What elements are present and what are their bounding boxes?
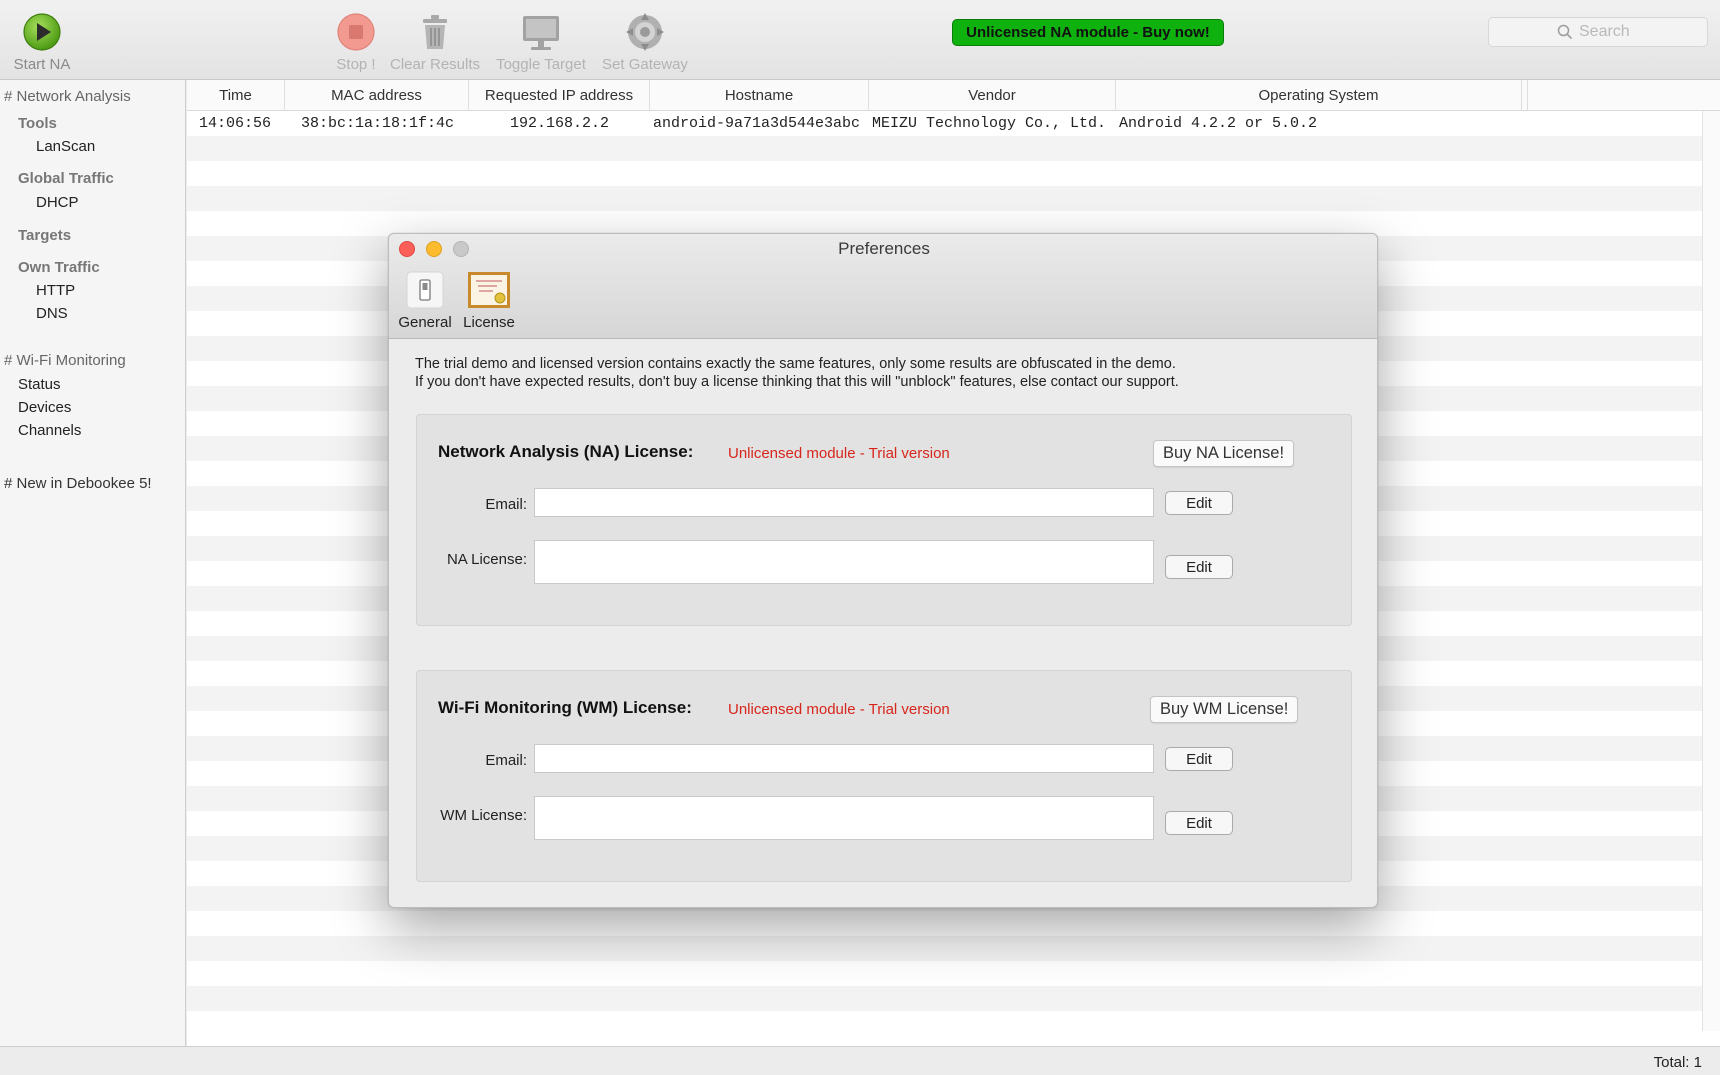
column-header-os[interactable]: Operating System	[1116, 80, 1522, 111]
sidebar-item-http[interactable]: HTTP	[36, 282, 75, 299]
sidebar-item-devices[interactable]: Devices	[18, 399, 71, 416]
wm-license-label: WM License:	[440, 807, 527, 824]
trash-icon	[423, 15, 447, 49]
clear-results-button[interactable]: Clear Results	[385, 10, 485, 76]
tab-license-label: License	[463, 314, 515, 331]
sidebar-section-new-in-debookee[interactable]: # New in Debookee 5!	[4, 475, 152, 492]
cell-mac: 38:bc:1a:18:1f:4c	[301, 115, 455, 132]
wm-license-title: Wi-Fi Monitoring (WM) License:	[438, 698, 692, 717]
tab-license[interactable]: License	[459, 270, 519, 331]
na-license-title: Network Analysis (NA) License:	[438, 442, 694, 461]
start-na-button[interactable]: Start NA	[8, 10, 76, 76]
buy-wm-license-button[interactable]: Buy WM License!	[1150, 696, 1299, 723]
column-header-mac[interactable]: MAC address	[285, 80, 469, 111]
buy-now-banner[interactable]: Unlicensed NA module - Buy now!	[952, 19, 1224, 46]
cell-time: 14:06:56	[199, 115, 272, 132]
toggle-target-button[interactable]: Toggle Target	[490, 10, 592, 76]
sidebar-section-network-analysis[interactable]: # Network Analysis	[4, 88, 131, 105]
cell-ip: 192.168.2.2	[510, 115, 610, 132]
stop-icon	[337, 13, 375, 51]
sidebar-item-dhcp[interactable]: DHCP	[36, 194, 79, 211]
table-row-empty	[187, 1011, 1702, 1031]
table-row-empty	[187, 161, 1702, 186]
cell-os: Android 4.2.2 or 5.0.2	[1119, 115, 1318, 132]
cell-hostname: android-9a71a3d544e3abc	[653, 115, 861, 132]
sidebar-group-targets[interactable]: Targets	[18, 227, 71, 244]
total-count: Total: 1	[1653, 1054, 1702, 1071]
column-header-time[interactable]: Time	[187, 80, 285, 111]
cell-vendor: MEIZU Technology Co., Ltd.	[872, 115, 1107, 132]
intro-line-1: The trial demo and licensed version cont…	[415, 356, 1176, 372]
stop-label: Stop !	[336, 56, 376, 73]
column-header-vendor[interactable]: Vendor	[869, 80, 1116, 111]
table-row-empty	[187, 986, 1702, 1011]
certificate-icon	[468, 272, 510, 308]
wm-license-edit-button[interactable]: Edit	[1165, 811, 1233, 835]
na-license-section: Network Analysis (NA) License: Unlicense…	[416, 414, 1352, 626]
tab-general-label: General	[398, 314, 452, 331]
sidebar-item-dns[interactable]: DNS	[36, 305, 68, 322]
search-input[interactable]	[1579, 23, 1639, 41]
switch-icon	[406, 271, 444, 309]
preferences-dialog: Preferences General License The trial de…	[388, 233, 1378, 908]
table-scrollbar[interactable]	[1702, 111, 1720, 1031]
dialog-titlebar: Preferences General License	[389, 234, 1377, 339]
table-row-empty	[187, 961, 1702, 986]
tab-general[interactable]: General	[395, 270, 455, 331]
wm-license-status: Unlicensed module - Trial version	[728, 701, 950, 718]
dialog-title: Preferences	[838, 239, 930, 258]
sidebar-item-status[interactable]: Status	[18, 376, 61, 393]
table-row-empty	[187, 911, 1702, 936]
na-license-edit-button[interactable]: Edit	[1165, 555, 1233, 579]
toolbar: Start NA Stop ! Clear Results Toggle Tar…	[0, 0, 1720, 80]
column-header-hostname[interactable]: Hostname	[650, 80, 869, 111]
wm-license-section: Wi-Fi Monitoring (WM) License: Unlicense…	[416, 670, 1352, 882]
table-header: Time MAC address Requested IP address Ho…	[187, 80, 1720, 111]
wm-email-field[interactable]	[534, 744, 1154, 773]
wm-email-edit-button[interactable]: Edit	[1165, 747, 1233, 771]
na-email-edit-button[interactable]: Edit	[1165, 491, 1233, 515]
set-gateway-label: Set Gateway	[602, 56, 688, 73]
sidebar: # Network Analysis Tools LanScan Global …	[0, 80, 186, 1046]
sidebar-group-global-traffic[interactable]: Global Traffic	[18, 170, 114, 187]
monitor-icon	[523, 16, 559, 50]
status-bar: Total: 1	[0, 1046, 1720, 1075]
na-email-field[interactable]	[534, 488, 1154, 517]
sidebar-group-own-traffic[interactable]: Own Traffic	[18, 259, 100, 276]
stop-button[interactable]: Stop !	[322, 10, 390, 76]
set-gateway-button[interactable]: Set Gateway	[596, 10, 694, 76]
column-header-ip[interactable]: Requested IP address	[469, 80, 650, 111]
column-header-spacer	[1522, 80, 1528, 111]
search-icon	[1557, 24, 1573, 40]
wm-license-field[interactable]	[534, 796, 1154, 840]
sidebar-section-wifi-monitoring[interactable]: # Wi-Fi Monitoring	[4, 352, 126, 369]
sidebar-item-channels[interactable]: Channels	[18, 422, 81, 439]
buy-na-license-button[interactable]: Buy NA License!	[1153, 440, 1295, 467]
sidebar-item-lanscan[interactable]: LanScan	[36, 138, 95, 155]
play-icon	[23, 13, 61, 51]
table-row-empty	[187, 186, 1702, 211]
license-intro-text: The trial demo and licensed version cont…	[415, 355, 1355, 391]
start-na-label: Start NA	[13, 56, 71, 73]
toggle-target-label: Toggle Target	[496, 56, 586, 73]
table-row-empty	[187, 936, 1702, 961]
na-license-label: NA License:	[446, 551, 527, 568]
sidebar-group-tools[interactable]: Tools	[18, 115, 57, 132]
na-license-field[interactable]	[534, 540, 1154, 584]
table-row[interactable]: 14:06:56 38:bc:1a:18:1f:4c 192.168.2.2 a…	[187, 111, 1702, 136]
table-row-empty	[187, 136, 1702, 161]
crosshair-icon	[626, 13, 664, 51]
intro-line-2: If you don't have expected results, don'…	[415, 374, 1179, 390]
na-email-label: Email:	[485, 496, 527, 513]
clear-results-label: Clear Results	[389, 56, 481, 73]
na-license-status: Unlicensed module - Trial version	[728, 445, 950, 462]
search-field[interactable]	[1488, 17, 1708, 47]
wm-email-label: Email:	[485, 752, 527, 769]
